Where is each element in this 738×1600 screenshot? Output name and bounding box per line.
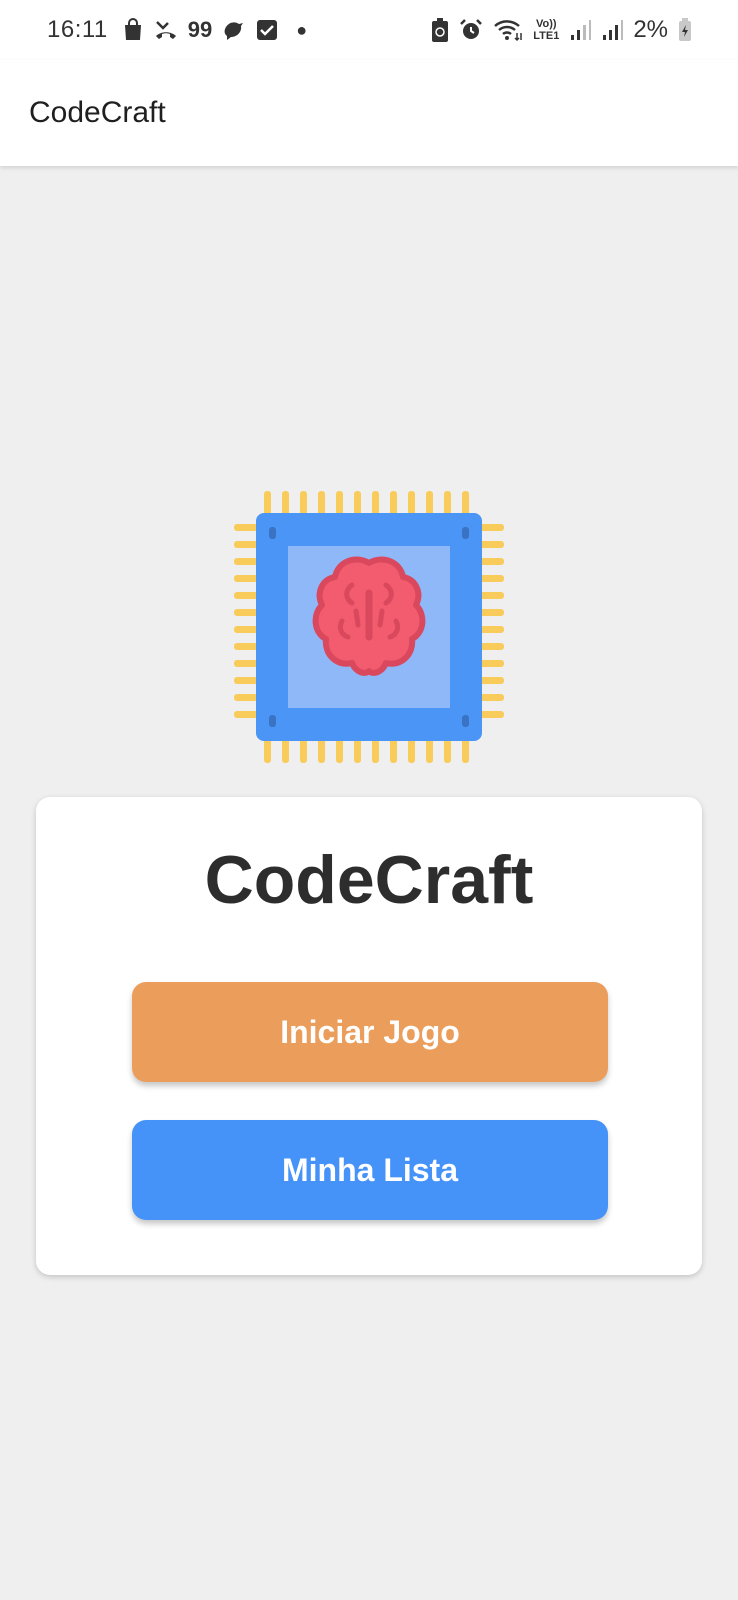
dot-icon: ●: [296, 19, 308, 40]
menu-card: CodeCraft Iniciar Jogo Minha Lista: [36, 797, 702, 1275]
volte-icon: Vo)) LTE1: [533, 18, 559, 42]
status-bar: 16:11 99 ● Vo)) LTE1 2%: [0, 0, 738, 60]
my-list-button[interactable]: Minha Lista: [132, 1120, 608, 1220]
volte-label-top: Vo)): [535, 18, 557, 30]
chip-brain-graphic: [234, 491, 504, 763]
status-bar-right: Vo)) LTE1 2%: [431, 16, 692, 44]
missed-call-icon: [154, 19, 178, 41]
volte-label-bottom: LTE1: [533, 30, 560, 42]
bird-icon: [222, 19, 246, 41]
start-game-button[interactable]: Iniciar Jogo: [132, 982, 608, 1082]
app-bar-title: CodeCraft: [29, 96, 166, 129]
chip-brain-icon: [234, 491, 504, 763]
battery-saver-icon: [431, 17, 449, 43]
battery-percent: 2%: [633, 16, 668, 43]
wifi-icon: [493, 18, 523, 42]
notification-count-badge: 99: [187, 17, 213, 42]
signal-icon: [601, 19, 624, 41]
status-bar-left: 16:11 99 ●: [47, 16, 307, 44]
status-time: 16:11: [47, 16, 108, 43]
signal-icon: [569, 19, 592, 41]
card-title: CodeCraft: [204, 842, 534, 918]
shopping-bag-icon: [122, 18, 144, 42]
checkbox-icon: [256, 19, 278, 41]
battery-charging-icon: [678, 18, 692, 42]
app-bar: CodeCraft: [0, 60, 738, 166]
alarm-icon: [459, 18, 483, 42]
